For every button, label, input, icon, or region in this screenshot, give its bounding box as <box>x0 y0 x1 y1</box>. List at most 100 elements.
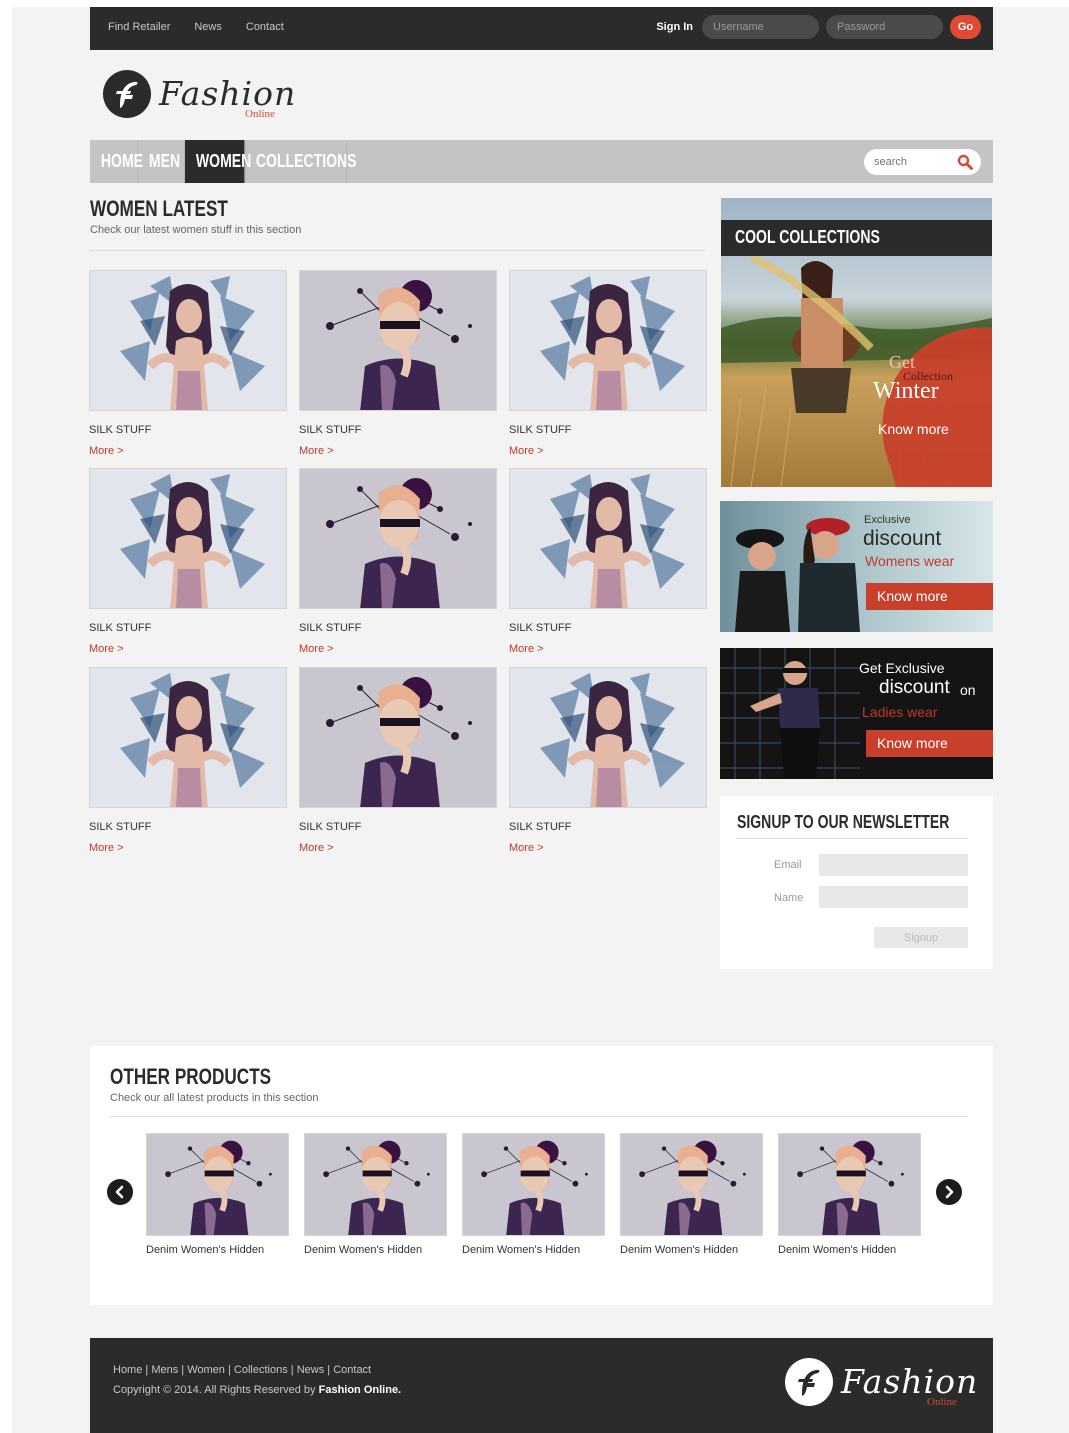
more-link[interactable]: More > <box>89 445 124 457</box>
product-card[interactable]: SILK STUFF More > <box>89 667 287 854</box>
nav-item-home[interactable]: HOME <box>90 140 143 183</box>
carousel-product[interactable]: Denim Women's Hidden <box>462 1133 605 1256</box>
nav-item-men[interactable]: MEN <box>138 140 185 183</box>
discount1-know-more[interactable]: Know more <box>877 588 948 604</box>
product-image[interactable] <box>89 270 287 411</box>
footer-link-contact[interactable]: Contact <box>333 1364 371 1376</box>
more-link[interactable]: More > <box>509 643 544 655</box>
product-title: SILK STUFF <box>89 622 152 634</box>
more-link[interactable]: More > <box>299 643 334 655</box>
footer-logo-wordmark: Fashion <box>841 1362 979 1401</box>
footer-link-women[interactable]: Women <box>187 1364 225 1376</box>
product-card[interactable]: SILK STUFF More > <box>299 270 497 457</box>
go-button[interactable]: Go <box>950 15 981 39</box>
product-card[interactable]: SILK STUFF More > <box>509 667 707 854</box>
carousel-product-name: Denim Women's Hidden <box>778 1244 897 1256</box>
product-title: SILK STUFF <box>89 424 152 436</box>
more-link[interactable]: More > <box>509 445 544 457</box>
product-card[interactable]: SILK STUFF More > <box>89 270 287 457</box>
newsletter-title: SIGNUP TO OUR NEWSLETTER <box>737 812 950 832</box>
product-title: SILK STUFF <box>509 622 572 634</box>
discount2-know-more[interactable]: Know more <box>877 735 948 751</box>
carousel-prev-button[interactable] <box>107 1179 133 1205</box>
footer: Home | Mens | Women | Collections | News… <box>90 1338 993 1433</box>
footer-link-collections[interactable]: Collections <box>234 1364 288 1376</box>
carousel-product-name: Denim Women's Hidden <box>304 1244 423 1256</box>
product-card[interactable]: SILK STUFF More > <box>299 667 497 854</box>
logo-mark-icon <box>103 70 151 118</box>
ladies-discount-banner[interactable]: Get Exclusive discount on Ladies wear Kn… <box>720 648 993 779</box>
carousel-next-button[interactable] <box>936 1179 962 1205</box>
main-nav: HOME MEN WOMEN COLLECTIONS <box>90 140 993 183</box>
more-link[interactable]: More > <box>89 643 124 655</box>
more-link[interactable]: More > <box>509 842 544 854</box>
product-card[interactable]: SILK STUFF More > <box>299 468 497 655</box>
footer-link-mens[interactable]: Mens <box>151 1364 178 1376</box>
newsletter-name-label: Name <box>774 892 804 904</box>
footer-link-home[interactable]: Home <box>113 1364 142 1376</box>
carousel-product-name: Denim Women's Hidden <box>146 1244 265 1256</box>
newsletter-signup-button[interactable]: Signup <box>874 927 968 948</box>
carousel-product-image[interactable] <box>304 1133 447 1236</box>
product-card[interactable]: SILK STUFF More > <box>509 468 707 655</box>
discount1-target: Womens wear <box>865 553 955 569</box>
copyright-brand[interactable]: Fashion Online. <box>319 1384 402 1396</box>
product-image[interactable] <box>299 468 497 609</box>
search-input[interactable] <box>864 149 954 175</box>
search-icon[interactable] <box>957 154 973 170</box>
carousel-product-name: Denim Women's Hidden <box>620 1244 739 1256</box>
more-link[interactable]: More > <box>89 842 124 854</box>
other-products-subtitle: Check our all latest products in this se… <box>110 1092 319 1104</box>
footer-logo[interactable]: Fashion Online <box>785 1358 985 1418</box>
search-box <box>864 149 981 175</box>
product-title: SILK STUFF <box>299 424 362 436</box>
password-input[interactable] <box>826 15 943 39</box>
site-logo[interactable]: Fashion Online <box>103 70 303 130</box>
womens-discount-banner[interactable]: Exclusive discount Womens wear Know more <box>720 501 993 632</box>
nav-item-collections[interactable]: COLLECTIONS <box>245 140 357 183</box>
carousel-product[interactable]: Denim Women's Hidden <box>778 1133 921 1256</box>
product-title: SILK STUFF <box>89 821 152 833</box>
product-image[interactable] <box>89 468 287 609</box>
other-products-header: OTHER PRODUCTS Check our all latest prod… <box>110 1064 968 1117</box>
product-title: SILK STUFF <box>299 622 362 634</box>
newsletter-name-input[interactable] <box>819 886 968 908</box>
product-image[interactable] <box>509 270 707 411</box>
carousel-product-image[interactable] <box>778 1133 921 1236</box>
product-card[interactable]: SILK STUFF More > <box>509 270 707 457</box>
newsletter-email-input[interactable] <box>819 854 968 876</box>
more-link[interactable]: More > <box>299 842 334 854</box>
footer-links: Home | Mens | Women | Collections | News… <box>113 1364 371 1376</box>
product-image[interactable] <box>89 667 287 808</box>
cool-collections-banner[interactable]: COOL COLLECTIONS Get Collection Winter K… <box>721 198 992 487</box>
discount2-discount: discount <box>879 677 950 698</box>
latest-header: WOMEN LATEST Check our latest women stuf… <box>90 196 705 251</box>
top-link-contact[interactable]: Contact <box>246 21 284 33</box>
cool-know-more[interactable]: Know more <box>878 421 949 437</box>
footer-copyright: Copyright © 2014. All Rights Reserved by… <box>113 1384 401 1396</box>
carousel-product[interactable]: Denim Women's Hidden <box>620 1133 763 1256</box>
carousel-product[interactable]: Denim Women's Hidden <box>146 1133 289 1256</box>
more-link[interactable]: More > <box>299 445 334 457</box>
discount2-line1: Get Exclusive <box>859 660 945 676</box>
nav-item-women[interactable]: WOMEN <box>185 140 251 183</box>
carousel-product-image[interactable] <box>146 1133 289 1236</box>
product-image[interactable] <box>509 468 707 609</box>
carousel-product[interactable]: Denim Women's Hidden <box>304 1133 447 1256</box>
top-link-find-retailer[interactable]: Find Retailer <box>108 21 170 33</box>
footer-link-news[interactable]: News <box>297 1364 325 1376</box>
product-image[interactable] <box>509 667 707 808</box>
carousel-product-image[interactable] <box>620 1133 763 1236</box>
product-card[interactable]: SILK STUFF More > <box>89 468 287 655</box>
product-image[interactable] <box>299 667 497 808</box>
discount1-discount: discount <box>863 527 942 550</box>
top-link-news[interactable]: News <box>194 21 222 33</box>
top-nav: Find Retailer News Contact <box>108 21 284 33</box>
footer-link-separator: | <box>142 1364 152 1376</box>
footer-link-separator: | <box>178 1364 188 1376</box>
latest-divider <box>90 250 705 251</box>
other-products-title: OTHER PRODUCTS <box>110 1064 272 1089</box>
carousel-product-image[interactable] <box>462 1133 605 1236</box>
product-image[interactable] <box>299 270 497 411</box>
username-input[interactable] <box>702 15 819 39</box>
